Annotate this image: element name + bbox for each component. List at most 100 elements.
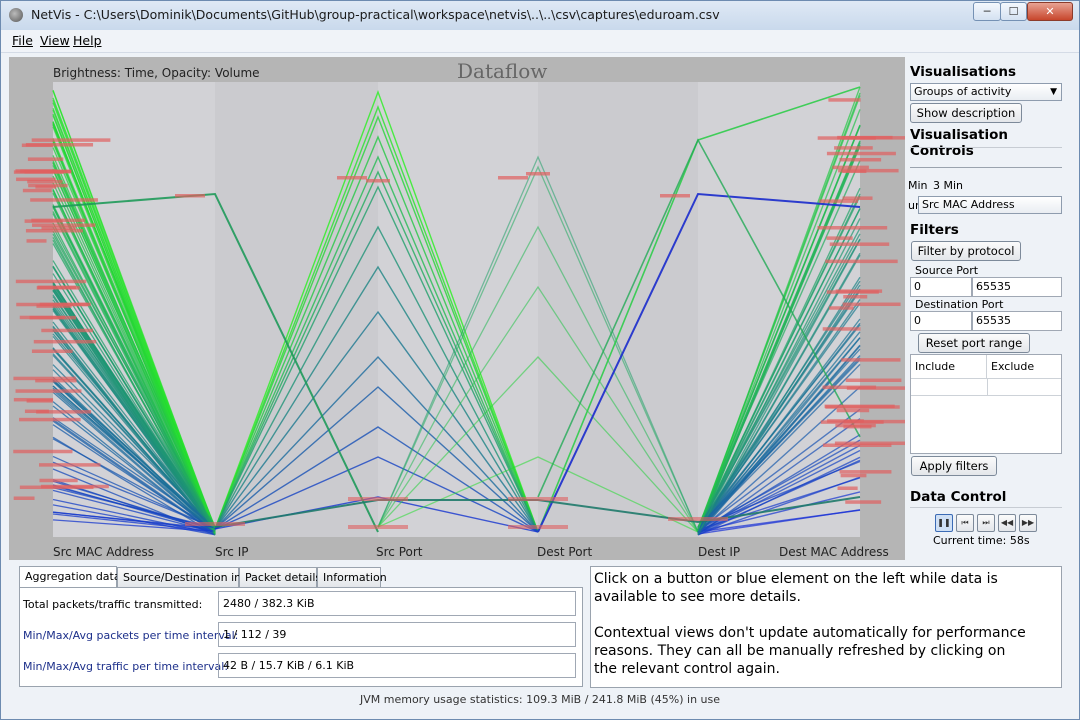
traffic-marker[interactable] bbox=[13, 170, 64, 174]
traffic-marker[interactable] bbox=[31, 349, 73, 353]
tab-information[interactable]: Information bbox=[317, 567, 387, 587]
traffic-marker[interactable] bbox=[19, 485, 94, 490]
traffic-marker[interactable] bbox=[15, 389, 82, 393]
traffic-marker[interactable] bbox=[827, 419, 864, 423]
traffic-marker[interactable] bbox=[39, 463, 101, 467]
traffic-marker[interactable] bbox=[28, 183, 68, 188]
traffic-per-interval-label[interactable]: Min/Max/Avg traffic per time interval: bbox=[23, 660, 228, 673]
traffic-marker[interactable] bbox=[13, 376, 76, 381]
traffic-marker[interactable] bbox=[822, 327, 861, 331]
traffic-marker[interactable] bbox=[834, 146, 873, 150]
apply-filters-button[interactable]: Apply filters bbox=[911, 456, 997, 476]
traffic-marker[interactable] bbox=[508, 497, 568, 501]
traffic-marker[interactable] bbox=[668, 517, 728, 521]
traffic-marker[interactable] bbox=[837, 486, 858, 490]
traffic-marker[interactable] bbox=[832, 165, 869, 170]
traffic-marker[interactable] bbox=[32, 223, 96, 227]
traffic-marker[interactable] bbox=[27, 157, 64, 161]
traffic-marker[interactable] bbox=[825, 259, 898, 264]
title-bar[interactable]: NetVis - C:\Users\Dominik\Documents\GitH… bbox=[1, 1, 1079, 30]
parallel-coordinates-plot[interactable] bbox=[9, 57, 905, 560]
traffic-marker[interactable] bbox=[825, 405, 900, 409]
skip-to-start-button[interactable]: ⏮ bbox=[956, 514, 974, 532]
dest-port-from-input[interactable]: 0 bbox=[910, 311, 972, 331]
traffic-marker[interactable] bbox=[36, 286, 80, 290]
traffic-marker[interactable] bbox=[526, 172, 550, 176]
pause-button[interactable]: ❚❚ bbox=[935, 514, 953, 532]
traffic-marker[interactable] bbox=[817, 226, 888, 230]
tab-packet-details[interactable]: Packet details bbox=[239, 567, 321, 587]
traffic-marker[interactable] bbox=[508, 525, 568, 529]
traffic-marker[interactable] bbox=[839, 157, 882, 162]
traffic-marker[interactable] bbox=[842, 136, 905, 140]
traffic-marker[interactable] bbox=[836, 408, 870, 413]
step-forward-button[interactable]: ▶▶ bbox=[1019, 514, 1037, 532]
traffic-marker[interactable] bbox=[846, 386, 905, 390]
packets-per-interval-label[interactable]: Min/Max/Avg packets per time interval: bbox=[23, 629, 238, 642]
traffic-marker[interactable] bbox=[843, 424, 872, 429]
menu-view[interactable]: View bbox=[40, 33, 70, 48]
traffic-marker[interactable] bbox=[498, 176, 528, 180]
traffic-marker[interactable] bbox=[822, 443, 892, 448]
traffic-marker[interactable] bbox=[843, 295, 868, 299]
traffic-marker[interactable] bbox=[828, 98, 861, 102]
traffic-marker[interactable] bbox=[22, 188, 52, 193]
traffic-marker[interactable] bbox=[13, 449, 73, 454]
traffic-marker[interactable] bbox=[840, 473, 867, 478]
traffic-marker[interactable] bbox=[36, 410, 92, 414]
traffic-marker[interactable] bbox=[841, 358, 901, 362]
close-button[interactable]: ✕ bbox=[1027, 2, 1073, 21]
dataflow-visualisation[interactable]: Brightness: Time, Opacity: Volume Datafl… bbox=[9, 57, 905, 560]
traffic-marker[interactable] bbox=[16, 302, 89, 307]
reset-port-range-button[interactable]: Reset port range bbox=[918, 333, 1030, 353]
traffic-marker[interactable] bbox=[660, 194, 690, 198]
filter-by-protocol-button[interactable]: Filter by protocol bbox=[911, 241, 1021, 261]
traffic-marker[interactable] bbox=[826, 151, 896, 156]
maximize-button[interactable]: ☐ bbox=[1000, 2, 1027, 21]
traffic-marker[interactable] bbox=[26, 239, 47, 243]
time-slider[interactable] bbox=[910, 159, 1062, 168]
traffic-marker[interactable] bbox=[29, 315, 77, 320]
traffic-marker[interactable] bbox=[175, 194, 205, 198]
traffic-marker[interactable] bbox=[826, 236, 853, 240]
traffic-marker[interactable] bbox=[27, 179, 63, 184]
attribute-select[interactable]: Src MAC Address bbox=[918, 196, 1062, 214]
exclude-column-header[interactable]: Exclude bbox=[987, 355, 1061, 379]
traffic-marker[interactable] bbox=[15, 279, 87, 284]
traffic-marker[interactable] bbox=[829, 242, 890, 246]
show-description-button[interactable]: Show description bbox=[910, 103, 1022, 123]
traffic-marker[interactable] bbox=[31, 218, 86, 223]
traffic-marker[interactable] bbox=[33, 339, 97, 344]
include-column-header[interactable]: Include bbox=[911, 355, 987, 379]
protocol-table[interactable]: Include Exclude bbox=[910, 354, 1062, 454]
traffic-marker[interactable] bbox=[337, 176, 367, 180]
menu-file[interactable]: File bbox=[12, 33, 33, 48]
traffic-marker[interactable] bbox=[19, 417, 81, 422]
tab-aggregation-data[interactable]: Aggregation data bbox=[19, 566, 121, 587]
traffic-marker[interactable] bbox=[21, 143, 53, 148]
minimize-button[interactable]: ─ bbox=[973, 2, 1001, 21]
visualisation-select[interactable]: Groups of activity ▼ bbox=[910, 83, 1062, 101]
skip-to-end-button[interactable]: ⏭ bbox=[977, 514, 995, 532]
traffic-marker[interactable] bbox=[828, 306, 854, 310]
step-back-button[interactable]: ◀◀ bbox=[998, 514, 1016, 532]
traffic-marker[interactable] bbox=[39, 478, 78, 483]
traffic-marker[interactable] bbox=[845, 378, 902, 383]
traffic-marker[interactable] bbox=[30, 198, 98, 202]
tab-source-destination-info[interactable]: Source/Destination info bbox=[117, 567, 252, 587]
traffic-marker[interactable] bbox=[13, 397, 54, 402]
traffic-marker[interactable] bbox=[31, 138, 111, 142]
traffic-marker[interactable] bbox=[842, 302, 901, 307]
table-row[interactable] bbox=[911, 379, 1061, 396]
menu-help[interactable]: Help bbox=[73, 33, 102, 48]
traffic-marker[interactable] bbox=[348, 525, 408, 529]
traffic-marker[interactable] bbox=[826, 290, 879, 294]
traffic-marker[interactable] bbox=[366, 179, 390, 183]
traffic-marker[interactable] bbox=[185, 522, 245, 526]
traffic-marker[interactable] bbox=[13, 496, 35, 500]
source-port-to-input[interactable]: 65535 bbox=[972, 277, 1062, 297]
traffic-marker[interactable] bbox=[842, 169, 867, 174]
traffic-marker[interactable] bbox=[839, 470, 892, 474]
traffic-marker[interactable] bbox=[348, 497, 408, 501]
traffic-marker[interactable] bbox=[41, 328, 93, 333]
